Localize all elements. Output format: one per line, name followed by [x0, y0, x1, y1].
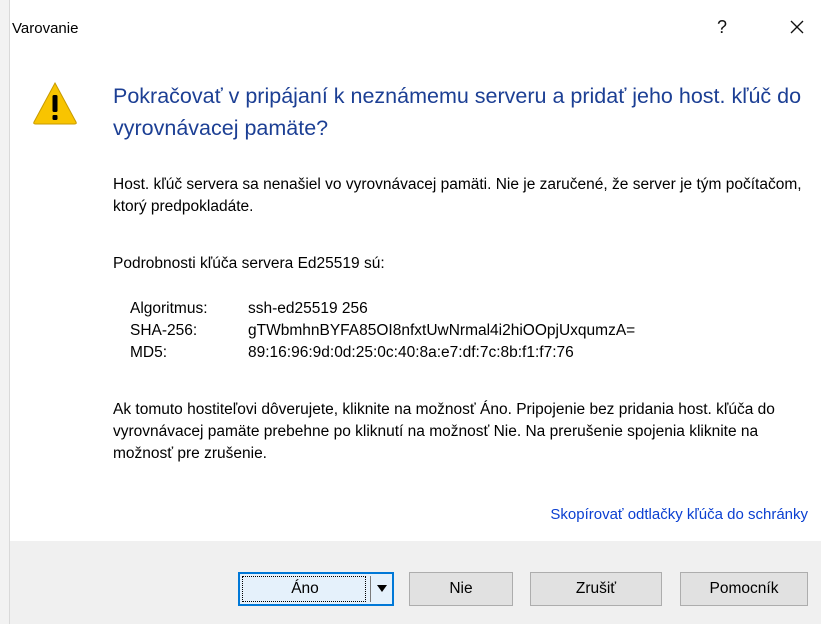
chevron-down-icon[interactable]	[372, 574, 392, 604]
help-title-button[interactable]: ?	[702, 12, 742, 42]
detail-value: gTWbmhnBYFA85OI8nfxtUwNrmal4i2hiOOpjUxqu…	[248, 322, 636, 339]
close-icon	[790, 20, 804, 34]
detail-value: 89:16:96:9d:0d:25:0c:40:8a:e7:df:7c:8b:f…	[248, 344, 574, 361]
description-text: Host. kľúč servera sa nenašiel vo vyrovn…	[113, 176, 802, 215]
warning-icon	[33, 81, 77, 125]
button-bar: Áno Nie Zrušiť Pomocník	[10, 541, 821, 624]
warning-dialog: Varovanie ? Pokračovať v pripájaní k nez…	[0, 0, 821, 624]
key-details-heading: Podrobnosti kľúča servera Ed25519 sú:	[113, 255, 385, 272]
trust-instructions: Ak tomuto hostiteľovi dôverujete, klikni…	[113, 401, 775, 462]
help-button[interactable]: Pomocník	[680, 572, 808, 606]
split-divider	[370, 576, 371, 602]
dialog-content: Pokračovať v pripájaní k neznámemu serve…	[10, 48, 821, 541]
detail-label: Algoritmus:	[130, 300, 208, 317]
yes-split-button[interactable]: Áno	[238, 572, 394, 606]
cancel-button[interactable]: Zrušiť	[530, 572, 662, 606]
detail-label: MD5:	[130, 344, 168, 361]
window-title: Varovanie	[12, 20, 79, 37]
main-instruction: Pokračovať v pripájaní k neznámemu serve…	[113, 84, 802, 140]
detail-value: ssh-ed25519 256	[248, 300, 368, 317]
detail-label: SHA-256:	[130, 322, 198, 339]
no-button[interactable]: Nie	[409, 572, 513, 606]
close-button[interactable]	[775, 12, 819, 42]
focus-rectangle	[242, 576, 366, 602]
title-bar[interactable]: Varovanie ?	[10, 0, 821, 48]
copy-fingerprints-link[interactable]: Skopírovať odtlačky kľúča do schránky	[550, 506, 808, 523]
background-window-edge	[0, 0, 10, 624]
